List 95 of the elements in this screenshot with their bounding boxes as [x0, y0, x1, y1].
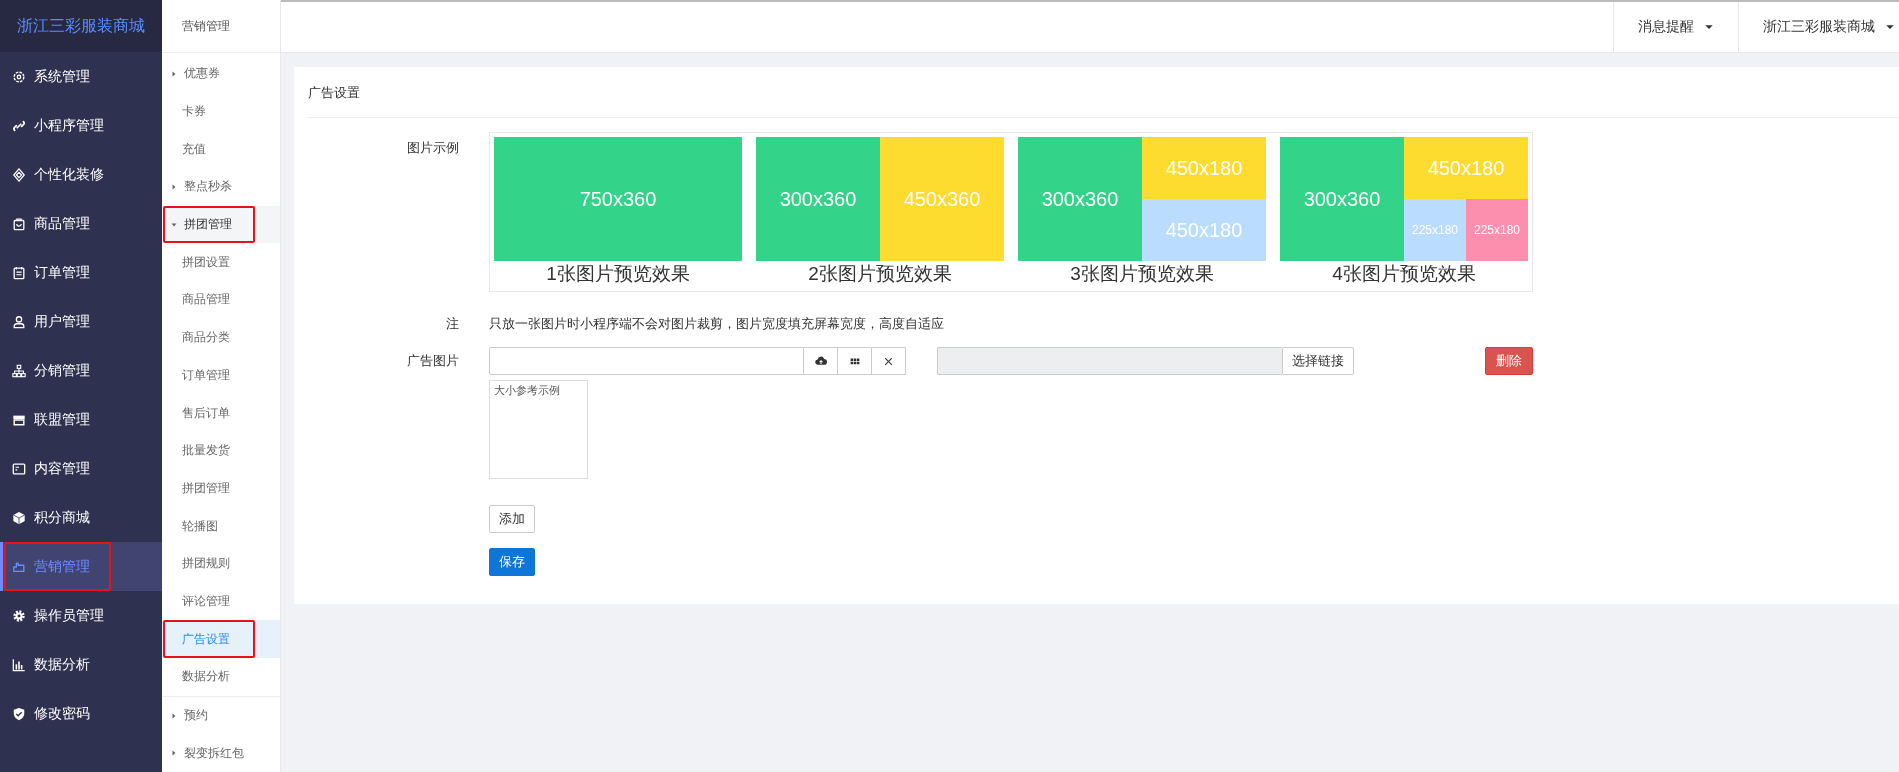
- size-tile: 750x360: [494, 137, 742, 261]
- sidebar-item[interactable]: 积分商城: [0, 493, 162, 542]
- submenu-group-label: 拼团管理: [184, 216, 232, 234]
- size-tile: 225x180: [1404, 199, 1466, 261]
- preview-caption: 1张图片预览效果: [546, 262, 690, 286]
- size-tile: 225x180: [1466, 199, 1528, 261]
- submenu-item[interactable]: 评论管理: [162, 582, 280, 621]
- choose-link-button[interactable]: 选择链接: [1282, 347, 1354, 375]
- sidebar-item-label: 联盟管理: [34, 410, 90, 429]
- submenu-group[interactable]: 整点秒杀: [162, 168, 280, 206]
- close-icon: [884, 356, 893, 366]
- submenu-group[interactable]: 拼团管理: [162, 205, 280, 244]
- size-tile: 450x360: [880, 137, 1004, 261]
- submenu-group-label: 裂变拆红包: [184, 744, 244, 762]
- preview-caption: 3张图片预览效果: [1070, 262, 1214, 286]
- brand-title[interactable]: 浙江三彩服装商城: [0, 0, 162, 52]
- diamond-icon: [12, 167, 26, 182]
- size-tile: 300x360: [1018, 137, 1142, 261]
- submenu-item[interactable]: 批量发货: [162, 431, 280, 470]
- cloud-upload-icon: [814, 355, 827, 367]
- sidebar-item-label: 用户管理: [34, 312, 90, 331]
- sidebar-item[interactable]: 商品管理: [0, 199, 162, 248]
- sidebar-item[interactable]: 用户管理: [0, 297, 162, 346]
- preview-caption: 2张图片预览效果: [808, 262, 952, 286]
- submenu-item[interactable]: 商品管理: [162, 281, 280, 319]
- size-tile: 300x360: [756, 137, 880, 261]
- delete-button[interactable]: 删除: [1485, 347, 1533, 375]
- save-button[interactable]: 保存: [489, 548, 535, 576]
- sidebar-item-label: 修改密码: [34, 704, 90, 723]
- submenu-item[interactable]: 拼团设置: [162, 243, 280, 282]
- sidebar-item[interactable]: 联盟管理: [0, 395, 162, 444]
- cube-icon: [12, 510, 26, 525]
- bag-icon: [12, 216, 26, 231]
- card-title: 广告设置: [307, 84, 361, 102]
- submenu-group[interactable]: 优惠券: [162, 55, 280, 93]
- gear-icon: [12, 69, 26, 84]
- size-tile: 450x180: [1404, 137, 1528, 199]
- sidebar-item[interactable]: 小程序管理: [0, 101, 162, 150]
- submenu-item[interactable]: 商品分类: [162, 318, 280, 357]
- sidebar-item[interactable]: 分销管理: [0, 346, 162, 395]
- size-tile: 450x180: [1142, 199, 1266, 261]
- submenu-item[interactable]: 订单管理: [162, 356, 280, 395]
- add-button[interactable]: 添加: [489, 505, 535, 533]
- gear-icon: [12, 608, 26, 623]
- image-reference-box: 大小参考示例: [489, 380, 588, 479]
- field-label: 图片示例: [406, 139, 459, 157]
- sidebar-item[interactable]: 操作员管理: [0, 591, 162, 640]
- note-text: 只放一张图片时小程序端不会对图片裁剪，图片宽度填充屏幕宽度，高度自适应: [489, 315, 945, 333]
- sidebar-item[interactable]: 内容管理: [0, 444, 162, 493]
- size-tile: 300x360: [1280, 137, 1404, 261]
- submenu-group-label: 优惠券: [184, 65, 220, 83]
- submenu-group-label: 整点秒杀: [184, 178, 232, 196]
- submenu-item[interactable]: 数据分析: [162, 658, 280, 696]
- preview-caption: 4张图片预览效果: [1332, 262, 1476, 286]
- gallery-button[interactable]: [838, 347, 872, 375]
- sitemap-icon: [12, 363, 26, 378]
- submenu-item[interactable]: 售后订单: [162, 394, 280, 432]
- sidebar-item[interactable]: 订单管理: [0, 248, 162, 297]
- link-icon: [12, 118, 26, 133]
- calendar-icon: [12, 265, 26, 280]
- shield-icon: [12, 706, 26, 721]
- sidebar-item-label: 数据分析: [34, 655, 90, 674]
- sidebar-item[interactable]: 系统管理: [0, 52, 162, 101]
- sidebar-item-label: 积分商城: [34, 508, 90, 527]
- submenu-item[interactable]: 轮播图: [162, 507, 280, 545]
- submenu-item[interactable]: 拼团规则: [162, 544, 280, 583]
- card-icon: [12, 461, 26, 476]
- submenu-title: 营销管理: [162, 0, 280, 53]
- submenu-item[interactable]: 充值: [162, 130, 280, 169]
- sidebar-item-label: 系统管理: [34, 67, 90, 86]
- submenu-group[interactable]: 裂变拆红包: [162, 734, 280, 772]
- sidebar-item-label: 分销管理: [34, 361, 90, 380]
- submenu-group-label: 预约: [184, 707, 208, 725]
- field-label: 广告图片: [406, 352, 459, 370]
- grid-icon: [849, 356, 860, 366]
- sidebar-item-label: 订单管理: [34, 263, 90, 282]
- sidebar-item-label: 操作员管理: [34, 606, 104, 625]
- hand-icon: [12, 559, 26, 574]
- sidebar-item-label: 商品管理: [34, 214, 90, 233]
- user-icon: [12, 314, 26, 329]
- submenu-item[interactable]: 卡券: [162, 92, 280, 131]
- sidebar-item-label: 内容管理: [34, 459, 90, 478]
- image-input-field[interactable]: [489, 347, 804, 375]
- sidebar-item[interactable]: 数据分析: [0, 640, 162, 689]
- submenu-item[interactable]: 拼团管理: [162, 469, 280, 508]
- sidebar-item-label: 小程序管理: [34, 116, 104, 135]
- sidebar-item-label: 营销管理: [34, 557, 90, 576]
- upload-button[interactable]: [804, 347, 838, 375]
- submenu-group[interactable]: 预约: [162, 695, 280, 735]
- bar-chart-icon: [12, 657, 26, 672]
- sidebar-item[interactable]: 修改密码: [0, 689, 162, 738]
- field-label: 注: [445, 315, 459, 333]
- size-tile: 450x180: [1142, 137, 1266, 199]
- sidebar-item-label: 个性化装修: [34, 165, 104, 184]
- sidebar-item[interactable]: 个性化装修: [0, 150, 162, 199]
